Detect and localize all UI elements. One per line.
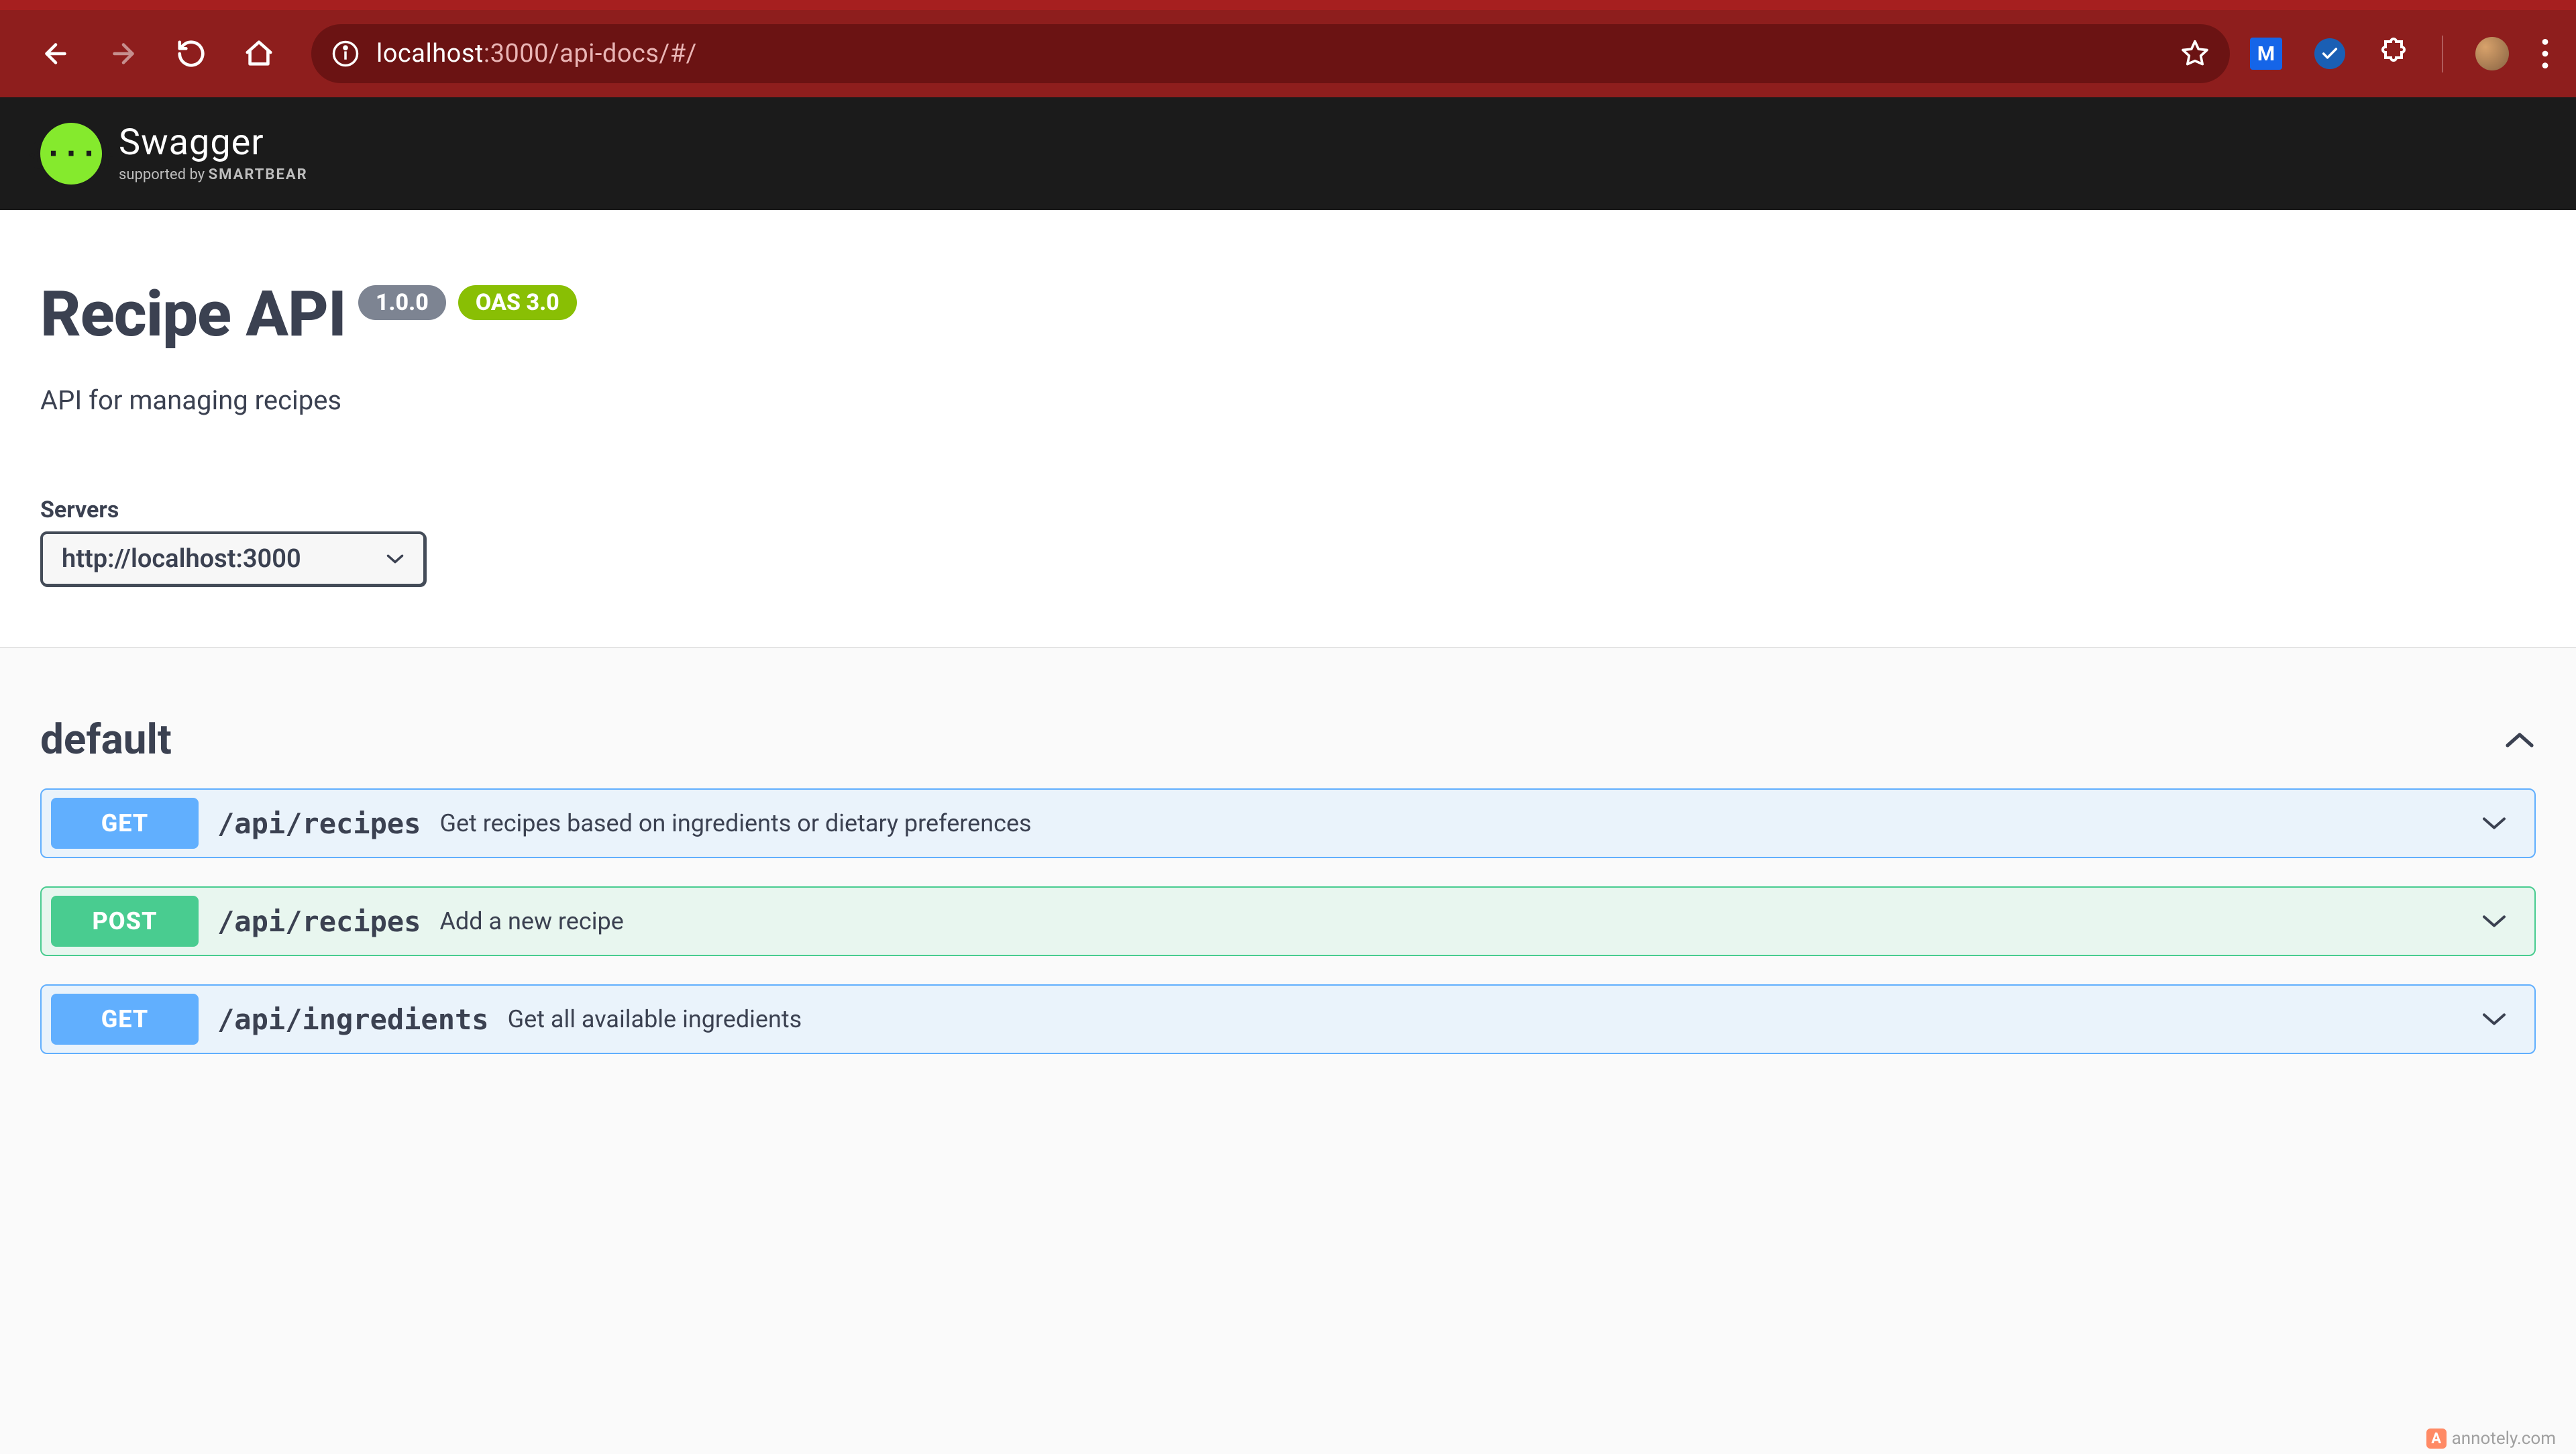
operation-description: Add a new recipe (439, 907, 2481, 935)
url-path: :3000/api-docs/#/ (484, 39, 697, 68)
reload-icon (176, 38, 207, 69)
home-icon (244, 38, 274, 69)
api-info: Recipe API 1.0.0 OAS 3.0 API for managin… (0, 210, 2576, 463)
method-badge: POST (51, 896, 199, 947)
server-selected-value: http://localhost:3000 (62, 544, 301, 574)
version-badge: 1.0.0 (358, 285, 446, 320)
tag-default[interactable]: default (40, 715, 2536, 764)
browser-toolbar: localhost:3000/api-docs/#/ M (0, 0, 2576, 97)
back-button[interactable] (40, 38, 71, 69)
extension-m[interactable]: M (2250, 38, 2282, 70)
operations-section: default GET/api/recipes Get recipes based… (0, 648, 2576, 1054)
operations-list: GET/api/recipes Get recipes based on ingr… (40, 788, 2536, 1054)
info-icon (331, 40, 360, 68)
oas-badge: OAS 3.0 (458, 285, 577, 320)
reload-button[interactable] (176, 38, 207, 69)
toolbar-right: M (2250, 36, 2549, 72)
server-select[interactable]: http://localhost:3000 (40, 531, 426, 586)
operation-get-0[interactable]: GET/api/recipes Get recipes based on ingr… (40, 788, 2536, 858)
operation-description: Get all available ingredients (508, 1005, 2481, 1033)
operation-path: /api/recipes (217, 807, 421, 840)
chevron-down-icon (386, 553, 405, 565)
chevron-down-icon (2481, 1010, 2508, 1028)
tag-name: default (40, 715, 172, 764)
operation-path: /api/ingredients (217, 1003, 489, 1036)
operation-description: Get recipes based on ingredients or diet… (439, 809, 2481, 837)
puzzle-icon (2377, 38, 2410, 70)
star-icon (2180, 39, 2210, 68)
bookmark-button[interactable] (2180, 39, 2210, 68)
url-host: localhost (376, 39, 484, 68)
kebab-icon (2541, 39, 2549, 68)
arrow-left-icon (40, 38, 71, 69)
method-badge: GET (51, 994, 199, 1045)
home-button[interactable] (244, 38, 274, 69)
address-bar[interactable]: localhost:3000/api-docs/#/ (311, 24, 2230, 83)
chevron-up-icon (2504, 730, 2536, 750)
api-description: API for managing recipes (40, 384, 2536, 416)
site-info-icon[interactable] (331, 40, 360, 68)
watermark-text: annotely.com (2452, 1429, 2556, 1449)
chevron-down-icon (2481, 815, 2508, 832)
arrow-right-icon (108, 38, 139, 69)
swagger-logo[interactable]: {···} Swagger supported by SMARTBEAR (40, 123, 308, 185)
watermark: A annotely.com (2426, 1429, 2556, 1449)
nav-buttons (40, 38, 274, 69)
main-content: Recipe API 1.0.0 OAS 3.0 API for managin… (0, 210, 2576, 1454)
operation-post-1[interactable]: POST/api/recipes Add a new recipe (40, 886, 2536, 956)
swagger-subtitle: supported by SMARTBEAR (119, 166, 308, 183)
swagger-header: {···} Swagger supported by SMARTBEAR (0, 97, 2576, 210)
extension-check[interactable] (2314, 38, 2345, 69)
method-badge: GET (51, 798, 199, 849)
forward-button (108, 38, 139, 69)
url-text: localhost:3000/api-docs/#/ (376, 39, 697, 68)
toolbar-divider (2442, 36, 2443, 72)
operation-path: /api/recipes (217, 905, 421, 938)
browser-menu-button[interactable] (2541, 39, 2549, 68)
check-icon (2320, 44, 2339, 63)
annotely-icon: A (2426, 1429, 2447, 1449)
profile-avatar[interactable] (2475, 37, 2509, 70)
servers-section: Servers http://localhost:3000 (0, 463, 2576, 648)
api-title: Recipe API (40, 277, 346, 351)
chevron-down-icon (2481, 913, 2508, 930)
operation-get-2[interactable]: GET/api/ingredients Get all available ing… (40, 984, 2536, 1054)
extensions-button[interactable] (2377, 38, 2410, 70)
swagger-mark-icon: {···} (40, 123, 102, 185)
swagger-brand-text: Swagger (119, 125, 308, 161)
servers-label: Servers (40, 497, 2536, 523)
